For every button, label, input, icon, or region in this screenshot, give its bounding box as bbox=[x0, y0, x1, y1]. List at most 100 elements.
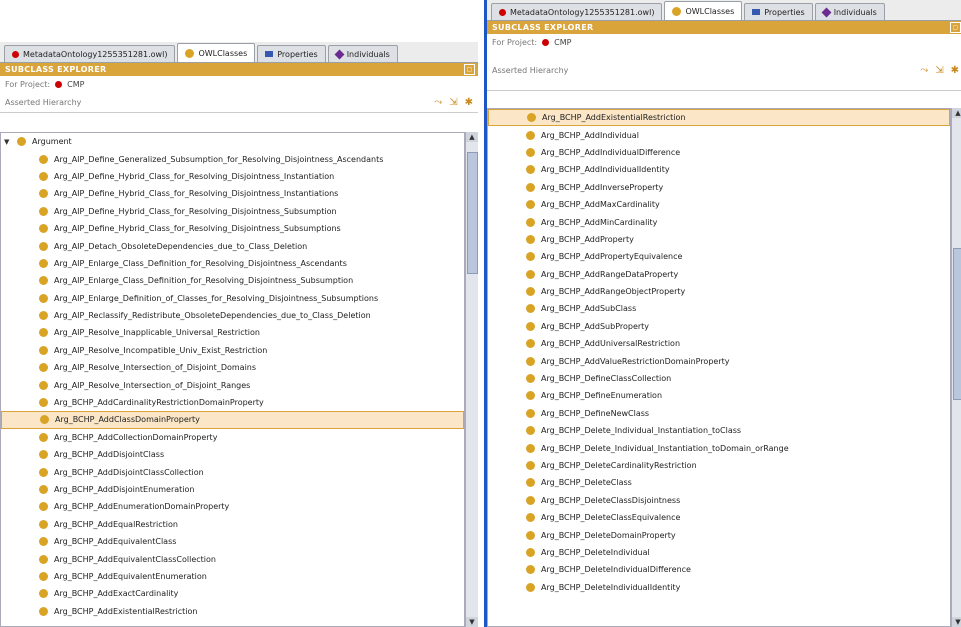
tree-row[interactable]: Arg_BCHP_DeleteIndividual bbox=[488, 544, 950, 561]
tab-owlclasses[interactable]: OWLClasses bbox=[664, 1, 743, 20]
tree-row[interactable]: Arg_AIP_Resolve_Inapplicable_Universal_R… bbox=[1, 324, 464, 341]
tree-row[interactable]: Arg_AIP_Define_Hybrid_Class_for_Resolvin… bbox=[1, 168, 464, 185]
subclass-explorer-header: SUBCLASS EXPLORER ▢ bbox=[487, 21, 961, 34]
add-subclass-icon[interactable]: ⤳ bbox=[920, 65, 928, 76]
tree-row[interactable]: Arg_AIP_Resolve_Incompatible_Univ_Exist_… bbox=[1, 342, 464, 359]
delete-class-icon[interactable]: ✱ bbox=[951, 65, 959, 76]
class-name: Arg_BCHP_AddIndividualDifference bbox=[541, 147, 681, 157]
class-name: Arg_BCHP_DeleteIndividualIdentity bbox=[541, 582, 681, 592]
tree-row[interactable]: Arg_AIP_Enlarge_Class_Definition_for_Res… bbox=[1, 255, 464, 272]
tree-row[interactable]: Arg_BCHP_AddValueRestrictionDomainProper… bbox=[488, 352, 950, 369]
owl-class-icon bbox=[526, 182, 535, 192]
tree-row[interactable]: Arg_BCHP_AddEquivalentClassCollection bbox=[1, 550, 464, 567]
owl-class-icon bbox=[39, 589, 48, 599]
owl-class-icon bbox=[17, 137, 26, 147]
scroll-up-icon[interactable]: ▲ bbox=[952, 108, 961, 118]
tab-properties[interactable]: Properties bbox=[257, 45, 326, 62]
tree-row[interactable]: Arg_BCHP_AddRangeObjectProperty bbox=[488, 283, 950, 300]
tree-row[interactable]: Arg_BCHP_DeleteClassDisjointness bbox=[488, 492, 950, 509]
tree-row[interactable]: Arg_AIP_Enlarge_Definition_of_Classes_fo… bbox=[1, 290, 464, 307]
tree-row[interactable]: Arg_BCHP_DefineClassCollection bbox=[488, 370, 950, 387]
tree-row[interactable]: ▼ Argument bbox=[1, 133, 464, 150]
owl-class-icon bbox=[526, 408, 535, 418]
tree-row[interactable]: Arg_AIP_Detach_ObsoleteDependencies_due_… bbox=[1, 237, 464, 254]
scroll-thumb[interactable] bbox=[953, 248, 961, 400]
scroll-down-icon[interactable]: ▼ bbox=[466, 617, 478, 627]
scroll-up-icon[interactable]: ▲ bbox=[466, 132, 478, 142]
tree-row[interactable]: Arg_AIP_Resolve_Intersection_of_Disjoint… bbox=[1, 359, 464, 376]
tree-row[interactable]: Arg_BCHP_DeleteDomainProperty bbox=[488, 526, 950, 543]
tree-row[interactable]: Arg_BCHP_AddEquivalentEnumeration bbox=[1, 568, 464, 585]
tab-metadata[interactable]: MetadataOntology1255351281.owl) bbox=[4, 45, 176, 62]
scroll-down-icon[interactable]: ▼ bbox=[952, 617, 961, 627]
tab-properties[interactable]: Properties bbox=[744, 3, 813, 20]
tree-row[interactable]: Arg_BCHP_AddIndividualDifference bbox=[488, 144, 950, 161]
tree-row[interactable]: Arg_BCHP_AddEqualRestriction bbox=[1, 516, 464, 533]
tab-individuals[interactable]: Individuals bbox=[814, 3, 885, 20]
tree-row[interactable]: Arg_AIP_Define_Generalized_Subsumption_f… bbox=[1, 150, 464, 167]
tab-individuals[interactable]: Individuals bbox=[327, 45, 398, 62]
add-sibling-icon[interactable]: ⇲ bbox=[935, 65, 943, 76]
owl-class-icon bbox=[526, 200, 535, 210]
tree-row[interactable]: Arg_BCHP_AddMaxCardinality bbox=[488, 196, 950, 213]
tree-row[interactable]: Arg_BCHP_AddDisjointEnumeration bbox=[1, 481, 464, 498]
tree-row[interactable]: Arg_BCHP_AddDisjointClassCollection bbox=[1, 463, 464, 480]
tree-row[interactable]: Arg_BCHP_DeleteIndividualDifference bbox=[488, 561, 950, 578]
tree-row[interactable]: Arg_BCHP_AddExactCardinality bbox=[1, 585, 464, 602]
tree-row[interactable]: Arg_BCHP_DeleteClass bbox=[488, 474, 950, 491]
tree-row[interactable]: Arg_BCHP_DefineNewClass bbox=[488, 405, 950, 422]
expand-toggle-icon[interactable]: ▼ bbox=[4, 138, 11, 146]
add-subclass-icon[interactable]: ⤳ bbox=[434, 97, 442, 108]
tree-row[interactable]: Arg_AIP_Define_Hybrid_Class_for_Resolvin… bbox=[1, 185, 464, 202]
delete-class-icon[interactable]: ✱ bbox=[465, 97, 473, 108]
close-panel-icon[interactable]: ▢ bbox=[464, 64, 475, 75]
add-sibling-icon[interactable]: ⇲ bbox=[449, 97, 457, 108]
class-name: Arg_AIP_Reclassify_Redistribute_Obsolete… bbox=[54, 311, 371, 321]
tree-row[interactable]: Arg_BCHP_Delete_Individual_Instantiation… bbox=[488, 422, 950, 439]
class-name: Arg_AIP_Define_Generalized_Subsumption_f… bbox=[54, 154, 384, 164]
owl-class-icon bbox=[526, 321, 535, 331]
tree-row[interactable]: Arg_BCHP_AddCollectionDomainProperty bbox=[1, 429, 464, 446]
tab-owlclasses[interactable]: OWLClasses bbox=[177, 43, 256, 62]
owl-class-icon bbox=[40, 415, 49, 425]
tree-row[interactable]: Arg_BCHP_Delete_Individual_Instantiation… bbox=[488, 439, 950, 456]
tree-row[interactable]: Arg_BCHP_AddDisjointClass bbox=[1, 446, 464, 463]
tree-row[interactable]: Arg_BCHP_DeleteCardinalityRestriction bbox=[488, 457, 950, 474]
subclass-explorer-header: SUBCLASS EXPLORER ▢ bbox=[0, 63, 478, 76]
scroll-thumb[interactable] bbox=[467, 152, 478, 274]
tree-row[interactable]: Arg_BCHP_DeleteIndividualIdentity bbox=[488, 579, 950, 596]
tab-metadata[interactable]: MetadataOntology1255351281.owl) bbox=[491, 3, 663, 20]
tree-row[interactable]: Arg_BCHP_AddClassDomainProperty bbox=[1, 411, 464, 429]
tree-row[interactable]: Arg_AIP_Define_Hybrid_Class_for_Resolvin… bbox=[1, 203, 464, 220]
tree-row[interactable]: Arg_BCHP_AddPropertyEquivalence bbox=[488, 248, 950, 265]
tree-row[interactable]: Arg_AIP_Reclassify_Redistribute_Obsolete… bbox=[1, 307, 464, 324]
tree-row[interactable]: Arg_BCHP_AddExistentialRestriction bbox=[1, 603, 464, 620]
class-name: Arg_BCHP_DefineClassCollection bbox=[541, 374, 672, 384]
tree-row[interactable]: Arg_BCHP_AddEnumerationDomainProperty bbox=[1, 498, 464, 515]
tree-row[interactable]: Arg_AIP_Define_Hybrid_Class_for_Resolvin… bbox=[1, 220, 464, 237]
close-panel-icon[interactable]: ▢ bbox=[950, 22, 961, 33]
owl-class-icon bbox=[39, 293, 48, 303]
tree-row[interactable]: Arg_BCHP_AddSubClass bbox=[488, 300, 950, 317]
tree-row[interactable]: Arg_BCHP_AddCardinalityRestrictionDomain… bbox=[1, 394, 464, 411]
tree-row[interactable]: Arg_BCHP_AddEquivalentClass bbox=[1, 533, 464, 550]
tree-row[interactable]: Arg_BCHP_AddIndividual bbox=[488, 126, 950, 143]
tree-row[interactable]: Arg_BCHP_AddIndividualIdentity bbox=[488, 161, 950, 178]
project-name: CMP bbox=[554, 37, 572, 47]
tree-row[interactable]: Arg_BCHP_AddRangeDataProperty bbox=[488, 266, 950, 283]
tree-row[interactable]: Arg_BCHP_DeleteClassEquivalence bbox=[488, 509, 950, 526]
tree-row[interactable]: Arg_BCHP_AddInverseProperty bbox=[488, 179, 950, 196]
owl-class-icon bbox=[526, 495, 535, 505]
red-dot-icon bbox=[12, 50, 19, 58]
tree-row[interactable]: Arg_BCHP_AddProperty bbox=[488, 231, 950, 248]
tree-row[interactable]: Arg_AIP_Resolve_Intersection_of_Disjoint… bbox=[1, 376, 464, 393]
right-scrollbar[interactable]: ▲ ▼ bbox=[951, 108, 961, 627]
tree-row[interactable]: Arg_BCHP_AddMinCardinality bbox=[488, 213, 950, 230]
owl-class-icon bbox=[526, 530, 535, 540]
tree-row[interactable]: Arg_BCHP_DefineEnumeration bbox=[488, 387, 950, 404]
tree-row[interactable]: Arg_BCHP_AddUniversalRestriction bbox=[488, 335, 950, 352]
left-scrollbar[interactable]: ▲ ▼ bbox=[465, 132, 478, 627]
tree-row[interactable]: Arg_BCHP_AddExistentialRestriction bbox=[488, 109, 950, 127]
tree-row[interactable]: Arg_BCHP_AddSubProperty bbox=[488, 318, 950, 335]
tree-row[interactable]: Arg_AIP_Enlarge_Class_Definition_for_Res… bbox=[1, 272, 464, 289]
